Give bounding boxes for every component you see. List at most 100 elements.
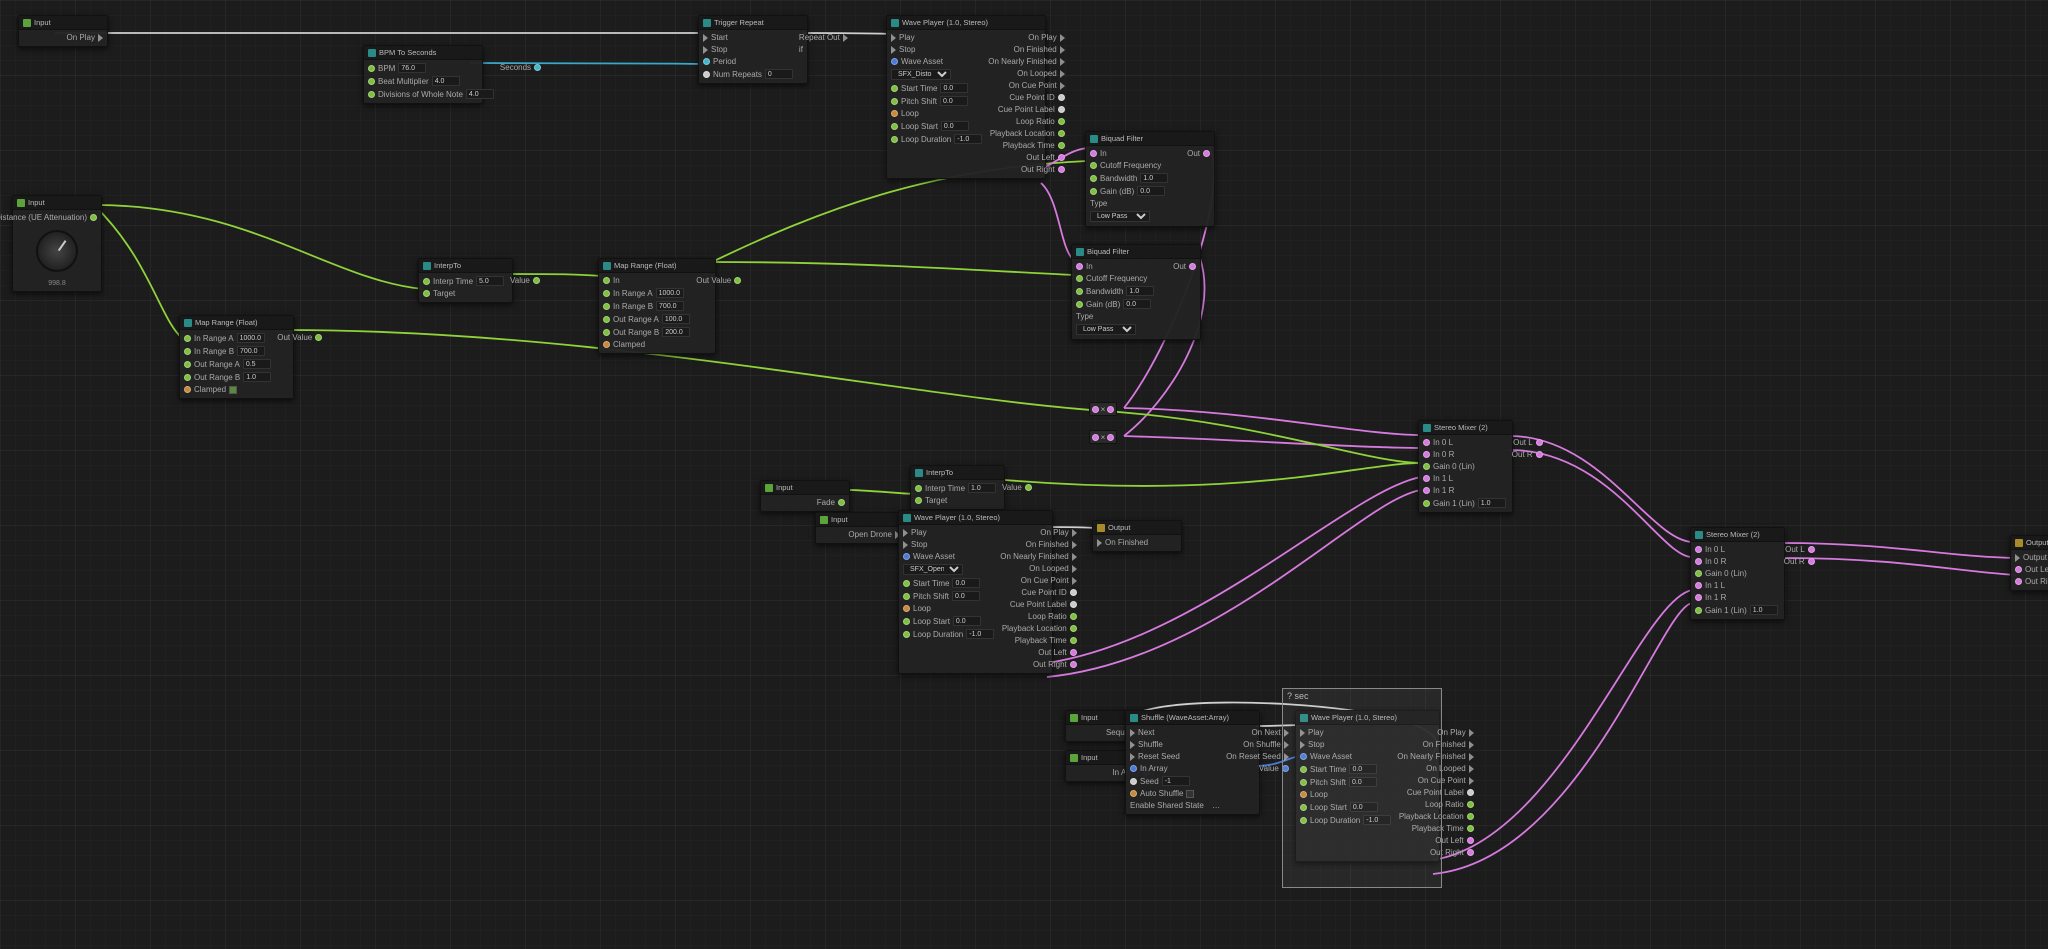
- pin[interactable]: [1282, 765, 1289, 772]
- beatmul-input[interactable]: [432, 76, 460, 86]
- node-output-onfinished[interactable]: Output On Finished: [1092, 520, 1182, 552]
- node-output-final[interactable]: Output Output Out Left Out Right: [2010, 535, 2048, 591]
- loopdur-input[interactable]: [954, 134, 982, 144]
- outa-input[interactable]: [243, 359, 271, 369]
- pin[interactable]: [1808, 546, 1815, 553]
- exec-pin[interactable]: [1130, 753, 1135, 761]
- exec-pin[interactable]: [891, 46, 896, 54]
- exec-pin[interactable]: [1284, 753, 1289, 761]
- distance-knob[interactable]: [36, 230, 78, 272]
- pin[interactable]: [603, 277, 610, 284]
- pin[interactable]: [1058, 142, 1065, 149]
- bw-input[interactable]: [1126, 286, 1154, 296]
- pin[interactable]: [1092, 434, 1099, 441]
- exec-pin[interactable]: [903, 541, 908, 549]
- pin[interactable]: [2015, 578, 2022, 585]
- exec-pin[interactable]: [1060, 82, 1065, 90]
- pin[interactable]: [891, 123, 898, 130]
- exec-pin[interactable]: [1060, 34, 1065, 42]
- pin[interactable]: [734, 277, 741, 284]
- node-input-fade[interactable]: Input Fade: [760, 480, 850, 512]
- pin[interactable]: [533, 277, 540, 284]
- pin[interactable]: [703, 58, 710, 65]
- exec-pin[interactable]: [1060, 70, 1065, 78]
- pin[interactable]: [1203, 150, 1210, 157]
- pin[interactable]: [1423, 487, 1430, 494]
- pin[interactable]: [1695, 607, 1702, 614]
- node-biquad-1[interactable]: Biquad Filter In Cutoff Frequency Bandwi…: [1085, 131, 1215, 227]
- exec-pin[interactable]: [1130, 741, 1135, 749]
- pin[interactable]: [1130, 765, 1137, 772]
- interptime-input[interactable]: [476, 276, 504, 286]
- exec-pin[interactable]: [1130, 729, 1135, 737]
- pin[interactable]: [1423, 475, 1430, 482]
- pin[interactable]: [1070, 661, 1077, 668]
- pin[interactable]: [603, 316, 610, 323]
- exec-pin[interactable]: [1284, 729, 1289, 737]
- bw-input[interactable]: [1140, 173, 1168, 183]
- node-bpm-to-seconds[interactable]: BPM To Seconds BPM Beat Multiplier Divis…: [363, 45, 483, 104]
- pin[interactable]: [603, 290, 610, 297]
- node-interpto-1[interactable]: InterpTo Interp Time Target Value: [418, 258, 513, 303]
- pin[interactable]: [368, 65, 375, 72]
- wave-asset-select[interactable]: SFX_Open_Dron…: [903, 564, 963, 575]
- pin[interactable]: [1058, 154, 1065, 161]
- pin[interactable]: [1090, 150, 1097, 157]
- pin[interactable]: [1467, 813, 1474, 820]
- exec-pin[interactable]: [98, 34, 103, 42]
- pin[interactable]: [1070, 637, 1077, 644]
- outb-input[interactable]: [243, 372, 271, 382]
- pin[interactable]: [1423, 451, 1430, 458]
- pin[interactable]: [903, 553, 910, 560]
- exec-pin[interactable]: [1072, 541, 1077, 549]
- outb-input[interactable]: [662, 327, 690, 337]
- node-shuffle[interactable]: Shuffle (WaveAsset:Array) Next Shuffle R…: [1125, 710, 1260, 815]
- node-wave-player-2[interactable]: Wave Player (1.0, Stereo) Play Stop Wave…: [898, 510, 1053, 674]
- pin[interactable]: [1058, 130, 1065, 137]
- exec-pin[interactable]: [1072, 565, 1077, 573]
- pin[interactable]: [1300, 779, 1307, 786]
- inb-input[interactable]: [656, 301, 684, 311]
- autoshuffle-checkbox[interactable]: [1186, 790, 1194, 798]
- pin[interactable]: [1695, 558, 1702, 565]
- pin[interactable]: [903, 631, 910, 638]
- pin[interactable]: [891, 58, 898, 65]
- node-wave-player-1[interactable]: Wave Player (1.0, Stereo) Play Stop Wave…: [886, 15, 1046, 179]
- div-input[interactable]: [466, 89, 494, 99]
- pin[interactable]: [184, 386, 191, 393]
- ina-input[interactable]: [237, 333, 265, 343]
- pin[interactable]: [1070, 613, 1077, 620]
- exec-pin[interactable]: [1469, 741, 1474, 749]
- pin[interactable]: [1695, 594, 1702, 601]
- pitch-input[interactable]: [940, 96, 968, 106]
- exec-pin[interactable]: [1072, 577, 1077, 585]
- pin[interactable]: [1058, 94, 1065, 101]
- starttime-input[interactable]: [940, 83, 968, 93]
- pin[interactable]: [1058, 106, 1065, 113]
- pin[interactable]: [703, 71, 710, 78]
- ina-input[interactable]: [656, 288, 684, 298]
- exec-pin[interactable]: [703, 46, 708, 54]
- pin[interactable]: [1070, 625, 1077, 632]
- pin[interactable]: [603, 329, 610, 336]
- pin[interactable]: [1695, 582, 1702, 589]
- pin[interactable]: [891, 98, 898, 105]
- pin[interactable]: [603, 341, 610, 348]
- pin-out[interactable]: [534, 64, 541, 71]
- node-biquad-2[interactable]: Biquad Filter In Cutoff Frequency Bandwi…: [1071, 244, 1201, 340]
- node-stereo-mixer-1[interactable]: Stereo Mixer (2) In 0 L In 0 R Gain 0 (L…: [1418, 420, 1513, 513]
- interptime-input[interactable]: [968, 483, 996, 493]
- pin[interactable]: [1300, 804, 1307, 811]
- exec-pin[interactable]: [1060, 58, 1065, 66]
- pin[interactable]: [1467, 837, 1474, 844]
- pin[interactable]: [1090, 175, 1097, 182]
- pin[interactable]: [1536, 439, 1543, 446]
- bpm-input[interactable]: [398, 63, 426, 73]
- pin[interactable]: [184, 335, 191, 342]
- pin[interactable]: [1025, 484, 1032, 491]
- pin[interactable]: [1300, 791, 1307, 798]
- node-input-distance[interactable]: Input Distance (UE Attenuation) 998.8: [12, 195, 102, 292]
- exec-pin[interactable]: [1300, 729, 1305, 737]
- exec-pin[interactable]: [703, 34, 708, 42]
- float-pin[interactable]: [90, 214, 97, 221]
